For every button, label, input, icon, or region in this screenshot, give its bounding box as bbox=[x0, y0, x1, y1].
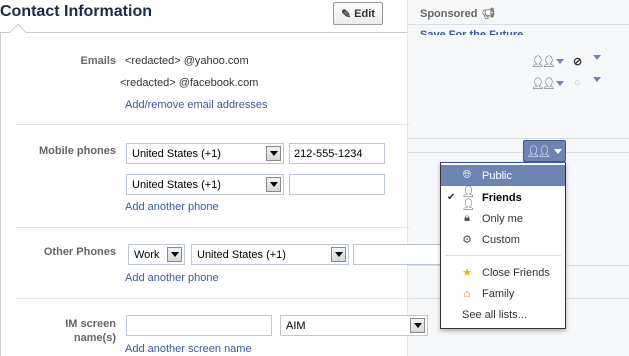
section-divider bbox=[16, 298, 410, 299]
chevron-down-icon bbox=[266, 177, 281, 192]
im-service-value: AIM bbox=[286, 320, 306, 332]
menu-item-label: Close Friends bbox=[482, 266, 550, 279]
chevron-down-icon bbox=[266, 146, 281, 161]
add-another-phone-link[interactable]: Add another phone bbox=[125, 201, 219, 213]
email-visibility-dropdown[interactable] bbox=[593, 55, 601, 60]
sponsored-header: Sponsored 📢︎ bbox=[420, 7, 495, 20]
mobile-number-input[interactable]: 212-555-1234 bbox=[289, 143, 385, 164]
header-divider bbox=[0, 32, 407, 33]
im-label-line1: IM screen bbox=[65, 318, 116, 330]
menu-item-only-me[interactable]: 🔒︎ Only me bbox=[441, 208, 565, 229]
chevron-down-icon bbox=[331, 247, 346, 262]
friends-icon: 👤︎👤︎ bbox=[531, 56, 556, 68]
im-screen-name-input[interactable] bbox=[126, 315, 272, 336]
globe-icon: 🌐︎ bbox=[462, 169, 472, 181]
add-screen-name-link[interactable]: Add another screen name bbox=[125, 343, 252, 355]
menu-item-close-friends[interactable]: ★ Close Friends bbox=[441, 262, 565, 283]
email-visibility-dropdown[interactable] bbox=[593, 77, 601, 82]
edit-button[interactable]: ✎ Edit bbox=[333, 2, 383, 25]
ad-title-link[interactable]: Save For the Future bbox=[420, 27, 523, 35]
mobile-phones-label: Mobile phones bbox=[39, 145, 116, 157]
contact-info-panel: Contact Information ✎ Edit Emails <redac… bbox=[0, 0, 441, 356]
friends-icon: 👤︎👤︎ bbox=[461, 185, 476, 211]
mobile-country-value: United States (+1) bbox=[132, 148, 221, 160]
menu-item-public[interactable]: 🌐︎ Public bbox=[441, 165, 565, 186]
divider bbox=[408, 138, 629, 139]
chevron-down-icon bbox=[167, 247, 182, 262]
mobile-country-value: United States (+1) bbox=[132, 179, 221, 191]
menu-item-label: See all lists... bbox=[462, 308, 527, 321]
im-screen-names-label: IM screen name(s) bbox=[4, 317, 116, 345]
mobile-country-select[interactable]: United States (+1) bbox=[126, 174, 284, 195]
sponsored-label: Sponsored bbox=[420, 8, 478, 20]
hidden-circle-slash-icon[interactable]: ⊘ bbox=[573, 55, 582, 68]
friends-icon: 👤︎👤︎ bbox=[531, 78, 556, 90]
chevron-down-icon bbox=[555, 59, 564, 64]
sponsored-divider bbox=[408, 24, 629, 25]
empty-circle-icon[interactable]: ○ bbox=[574, 77, 581, 89]
other-phone-number-input[interactable] bbox=[353, 244, 441, 265]
menu-item-family[interactable]: ⌂ Family bbox=[441, 283, 565, 304]
phone-type-value: Work bbox=[134, 249, 160, 261]
header-notch bbox=[9, 23, 27, 41]
menu-item-friends[interactable]: ✔ 👤︎👤︎ Friends bbox=[441, 185, 565, 211]
mobile-number-input[interactable] bbox=[289, 174, 385, 195]
chevron-down-icon bbox=[593, 55, 601, 60]
menu-item-label: Public bbox=[482, 169, 512, 182]
menu-separator bbox=[445, 255, 561, 256]
phone-type-select[interactable]: Work bbox=[128, 244, 185, 265]
email-address: <redacted> @facebook.com bbox=[120, 77, 259, 89]
mobile-number-value: 212-555-1234 bbox=[294, 148, 363, 160]
panel-border bbox=[0, 32, 1, 356]
home-icon: ⌂ bbox=[463, 287, 471, 300]
gear-icon: ⚙ bbox=[462, 234, 472, 246]
checkmark-icon: ✔ bbox=[447, 192, 456, 203]
add-remove-emails-link[interactable]: Add/remove email addresses bbox=[125, 99, 267, 111]
section-divider bbox=[16, 227, 410, 228]
friends-icon: 👤︎👤︎ bbox=[526, 145, 552, 158]
chevron-down-icon bbox=[555, 81, 564, 86]
email-address: <redacted> @yahoo.com bbox=[125, 55, 249, 67]
menu-item-label: Family bbox=[482, 287, 515, 300]
add-another-phone-link[interactable]: Add another phone bbox=[125, 272, 219, 284]
chevron-down-icon bbox=[410, 318, 425, 333]
email-audience-selector[interactable]: 👤︎👤︎ bbox=[531, 55, 564, 68]
edit-button-label: Edit bbox=[354, 7, 375, 20]
emails-label: Emails bbox=[80, 55, 116, 67]
other-phones-label: Other Phones bbox=[43, 246, 116, 258]
chevron-down-icon bbox=[593, 77, 601, 82]
im-service-select[interactable]: AIM bbox=[280, 315, 428, 336]
lock-icon: 🔒︎ bbox=[464, 212, 470, 224]
other-phone-country-value: United States (+1) bbox=[197, 249, 286, 261]
menu-item-label: Custom bbox=[482, 233, 520, 246]
menu-item-label: Only me bbox=[482, 212, 523, 225]
chevron-down-icon bbox=[554, 148, 563, 154]
pencil-icon: ✎ bbox=[341, 6, 352, 21]
menu-item-label: Friends bbox=[482, 191, 522, 204]
megaphone-icon: 📢︎ bbox=[481, 8, 496, 20]
im-label-line2: name(s) bbox=[73, 332, 116, 344]
divider bbox=[408, 152, 629, 153]
menu-item-custom[interactable]: ⚙ Custom bbox=[441, 229, 565, 250]
mobile-country-select[interactable]: United States (+1) bbox=[126, 143, 284, 164]
menu-item-see-all-lists[interactable]: See all lists... bbox=[441, 304, 565, 325]
section-divider bbox=[16, 124, 410, 125]
other-phone-country-select[interactable]: United States (+1) bbox=[191, 244, 349, 265]
email-audience-selector[interactable]: 👤︎👤︎ bbox=[531, 77, 564, 90]
audience-menu: 🌐︎ Public ✔ 👤︎👤︎ Friends 🔒︎ Only me ⚙ Cu… bbox=[440, 162, 566, 329]
page-title: Contact Information bbox=[0, 3, 152, 20]
star-icon: ★ bbox=[462, 267, 472, 279]
audience-selector-button[interactable]: 👤︎👤︎ bbox=[523, 140, 566, 162]
